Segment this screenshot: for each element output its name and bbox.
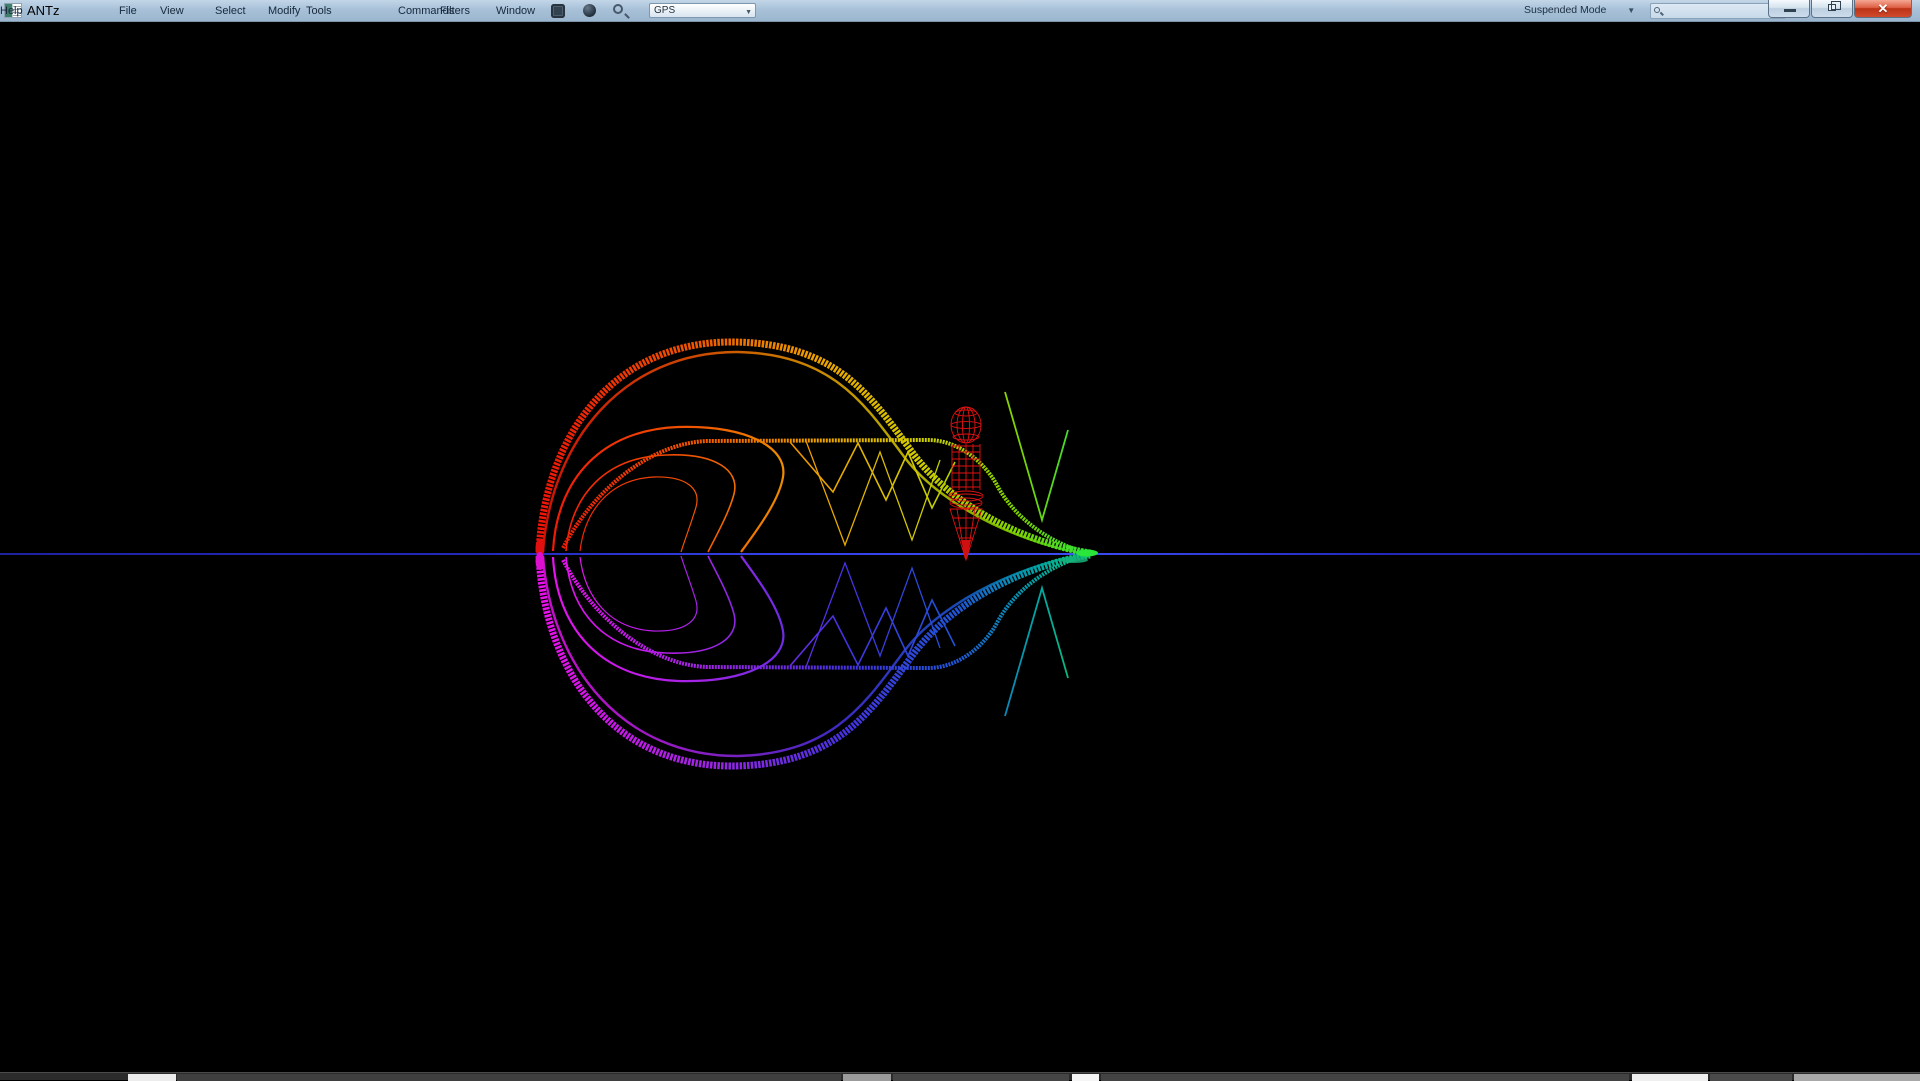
viewport-3d-scene[interactable]	[0, 22, 1920, 1072]
zoom-icon[interactable]	[613, 4, 623, 14]
minimize-icon	[1784, 9, 1796, 12]
close-icon: ✕	[1855, 1, 1911, 17]
title-bar: ANTz File View Select Modify Tools Comma…	[0, 0, 1920, 22]
menu-file[interactable]: File	[119, 5, 137, 17]
mode-dropdown[interactable]: Suspended Mode ▼	[1524, 4, 1635, 16]
trails-bottom	[539, 554, 1090, 766]
trail-endpoints	[536, 539, 1099, 570]
menu-tools[interactable]: Tools	[306, 5, 332, 17]
window-title: ANTz	[27, 3, 60, 18]
menu-help[interactable]: Help	[0, 5, 23, 17]
close-button[interactable]: ✕	[1854, 0, 1912, 18]
trails-top	[539, 342, 1090, 554]
restore-button[interactable]	[1811, 0, 1853, 18]
title-search-box[interactable]	[1650, 3, 1786, 19]
menu-modify[interactable]: Modify	[268, 5, 300, 17]
menu-filters[interactable]: Filters	[440, 5, 470, 17]
search-icon	[1654, 7, 1660, 13]
chevron-down-icon: ▼	[1627, 6, 1635, 15]
sphere-icon[interactable]	[583, 4, 596, 17]
window-controls: ✕	[1767, 0, 1912, 18]
menu-select[interactable]: Select	[215, 5, 246, 17]
mode-dropdown-label: Suspended Mode	[1524, 4, 1606, 16]
minimize-button[interactable]	[1768, 0, 1810, 18]
menu-window[interactable]: Window	[496, 5, 535, 17]
toolbar-combo-value: GPS	[654, 5, 675, 16]
restore-icon	[1828, 4, 1836, 11]
particle-trails-svg	[0, 22, 1920, 1072]
taskbar-strip[interactable]	[0, 1072, 1920, 1080]
toolbar-combo[interactable]: GPS ▼	[649, 3, 756, 18]
wireframe-node-object[interactable]	[949, 407, 983, 560]
chevron-down-icon: ▼	[745, 7, 752, 19]
search-input[interactable]	[1665, 4, 1783, 18]
grid-icon[interactable]	[551, 4, 565, 18]
menu-view[interactable]: View	[160, 5, 184, 17]
